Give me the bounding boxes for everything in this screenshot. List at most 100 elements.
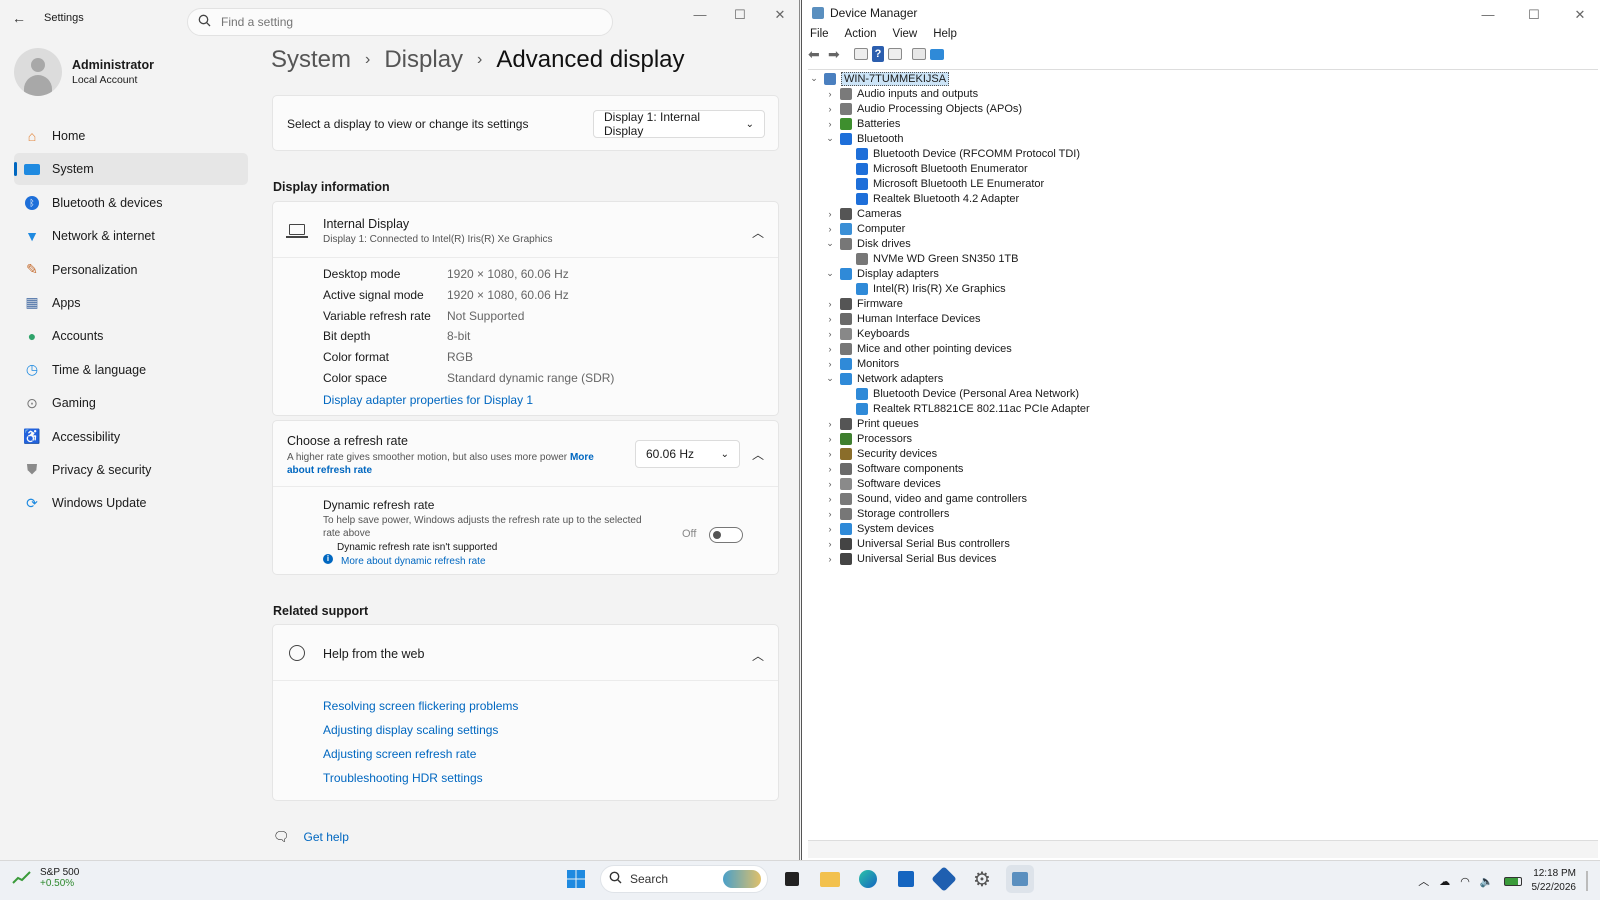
tree-category[interactable]: › Keyboards [808,326,1598,341]
chevron-down-icon[interactable]: ⌄ [808,73,820,84]
chevron-right-icon[interactable]: › [824,344,836,354]
tree-category[interactable]: › Computer [808,221,1598,236]
view-icon[interactable] [888,48,902,60]
nav-item-privacy[interactable]: ⛊ Privacy & security [14,454,248,486]
onedrive-off-icon[interactable]: ☁ [1439,875,1450,888]
monitor-icon[interactable] [930,48,944,60]
settings-search-input[interactable] [221,15,581,29]
maximize-button[interactable]: ☐ [1511,4,1557,26]
nav-item-system[interactable]: System [14,153,248,186]
tree-category[interactable]: ⌄ Bluetooth [808,131,1598,146]
store-icon[interactable] [892,865,920,893]
tree-category[interactable]: › Human Interface Devices [808,311,1598,326]
nav-item-network[interactable]: ▼ Network & internet [14,220,248,252]
refresh-rate-dropdown[interactable]: 60.06 Hz ⌄ [635,440,740,468]
tree-category[interactable]: › Storage controllers [808,506,1598,521]
chevron-right-icon[interactable]: › [824,479,836,489]
tree-category[interactable]: › Universal Serial Bus devices [808,551,1598,566]
tree-category[interactable]: › Audio Processing Objects (APOs) [808,101,1598,116]
tree-category[interactable]: ⌄ Display adapters [808,266,1598,281]
tree-category[interactable]: › System devices [808,521,1598,536]
user-profile[interactable]: Administrator Local Account [14,48,154,96]
forward-arrow-icon[interactable]: ➡ [828,46,844,62]
dynamic-refresh-toggle[interactable] [709,527,743,543]
nav-item-home[interactable]: ⌂ Home [14,120,248,152]
nav-item-personalization[interactable]: ✎ Personalization [14,254,248,286]
tree-category[interactable]: › Universal Serial Bus controllers [808,536,1598,551]
chevron-right-icon[interactable]: › [824,509,836,519]
tree-device[interactable]: Microsoft Bluetooth Enumerator [808,161,1598,176]
chevron-down-icon[interactable]: ⌄ [824,268,836,279]
settings-gear-icon[interactable]: ⚙ [968,865,996,893]
tree-category[interactable]: › Monitors [808,356,1598,371]
back-arrow-icon[interactable]: ⬅ [808,46,824,62]
tree-root[interactable]: ⌄ WIN-7TUMMEKIJSA [808,71,1598,86]
chevron-up-icon[interactable]: ︿ [752,224,764,241]
get-help-row[interactable]: 🗨 Get help [273,829,349,845]
menu-view[interactable]: View [893,28,918,40]
taskbar-search[interactable]: Search [600,865,768,893]
settings-search-box[interactable] [187,8,613,36]
tree-device[interactable]: Realtek RTL8821CE 802.11ac PCIe Adapter [808,401,1598,416]
tree-category[interactable]: › Mice and other pointing devices [808,341,1598,356]
tree-category[interactable]: › Print queues [808,416,1598,431]
volume-icon[interactable]: 🔈 [1480,875,1494,888]
menu-action[interactable]: Action [845,28,877,40]
chevron-up-icon[interactable]: ︿ [752,647,764,664]
menu-help[interactable]: Help [933,28,957,40]
chevron-right-icon[interactable]: › [824,299,836,309]
display-select-dropdown[interactable]: Display 1: Internal Display ⌄ [593,110,765,138]
support-link[interactable]: Troubleshooting HDR settings [323,771,483,785]
minimize-button[interactable]: — [1465,4,1511,26]
tree-category[interactable]: › Software components [808,461,1598,476]
support-link[interactable]: Adjusting display scaling settings [323,723,498,737]
display-info-header[interactable]: Internal Display Display 1: Connected to… [273,202,778,258]
chevron-right-icon[interactable]: › [824,554,836,564]
support-link[interactable]: Adjusting screen refresh rate [323,747,476,761]
tree-device[interactable]: Realtek Bluetooth 4.2 Adapter [808,191,1598,206]
chevron-right-icon[interactable]: › [824,329,836,339]
chevron-right-icon[interactable]: › [824,449,836,459]
help-from-web-header[interactable]: Help from the web ︿ [273,625,778,681]
tree-category[interactable]: › Audio inputs and outputs [808,86,1598,101]
tree-device[interactable]: Bluetooth Device (Personal Area Network) [808,386,1598,401]
minimize-button[interactable]: — [680,4,720,26]
more-about-refresh-link-b[interactable]: about refresh rate [287,465,372,476]
chevron-right-icon[interactable]: › [824,434,836,444]
chevron-up-icon[interactable]: ︿ [752,446,764,463]
tree-category[interactable]: › Security devices [808,446,1598,461]
chevron-right-icon[interactable]: › [824,224,836,234]
clock[interactable]: 12:18 PM 5/22/2026 [1532,867,1577,895]
tree-category[interactable]: › Batteries [808,116,1598,131]
notification-icon[interactable] [1586,871,1588,891]
nav-item-accessibility[interactable]: ♿ Accessibility [14,421,248,453]
menu-file[interactable]: File [810,28,829,40]
wifi-icon[interactable]: ◠ [1460,875,1470,888]
tree-category[interactable]: ⌄ Disk drives [808,236,1598,251]
nav-item-apps[interactable]: ▦ Apps [14,287,248,319]
help-icon[interactable]: ? [872,46,884,62]
chevron-right-icon[interactable]: › [824,209,836,219]
chevron-right-icon[interactable]: › [824,119,836,129]
chevron-right-icon[interactable]: › [824,89,836,99]
tree-category[interactable]: › Cameras [808,206,1598,221]
chevron-down-icon[interactable]: ⌄ [824,238,836,249]
chevron-right-icon[interactable]: › [824,539,836,549]
terminal-icon[interactable] [930,865,958,893]
chevron-right-icon[interactable]: › [824,494,836,504]
chevron-right-icon[interactable]: › [824,464,836,474]
tree-category[interactable]: › Processors [808,431,1598,446]
chevron-down-icon[interactable]: ⌄ [824,373,836,384]
more-about-dynamic-refresh-link[interactable]: More about dynamic refresh rate [341,556,486,567]
nav-item-time-language[interactable]: ◷ Time & language [14,354,248,386]
close-button[interactable]: ✕ [760,4,800,26]
nav-item-windows-update[interactable]: ⟳ Windows Update [14,487,248,519]
task-view-icon[interactable] [778,865,806,893]
properties-icon[interactable] [854,48,868,60]
breadcrumb-display[interactable]: Display [384,46,463,74]
stock-widget[interactable]: S&P 500 +0.50% [12,867,79,889]
tree-category[interactable]: › Firmware [808,296,1598,311]
tree-device[interactable]: Microsoft Bluetooth LE Enumerator [808,176,1598,191]
tree-category[interactable]: › Sound, video and game controllers [808,491,1598,506]
chevron-right-icon[interactable]: › [824,314,836,324]
